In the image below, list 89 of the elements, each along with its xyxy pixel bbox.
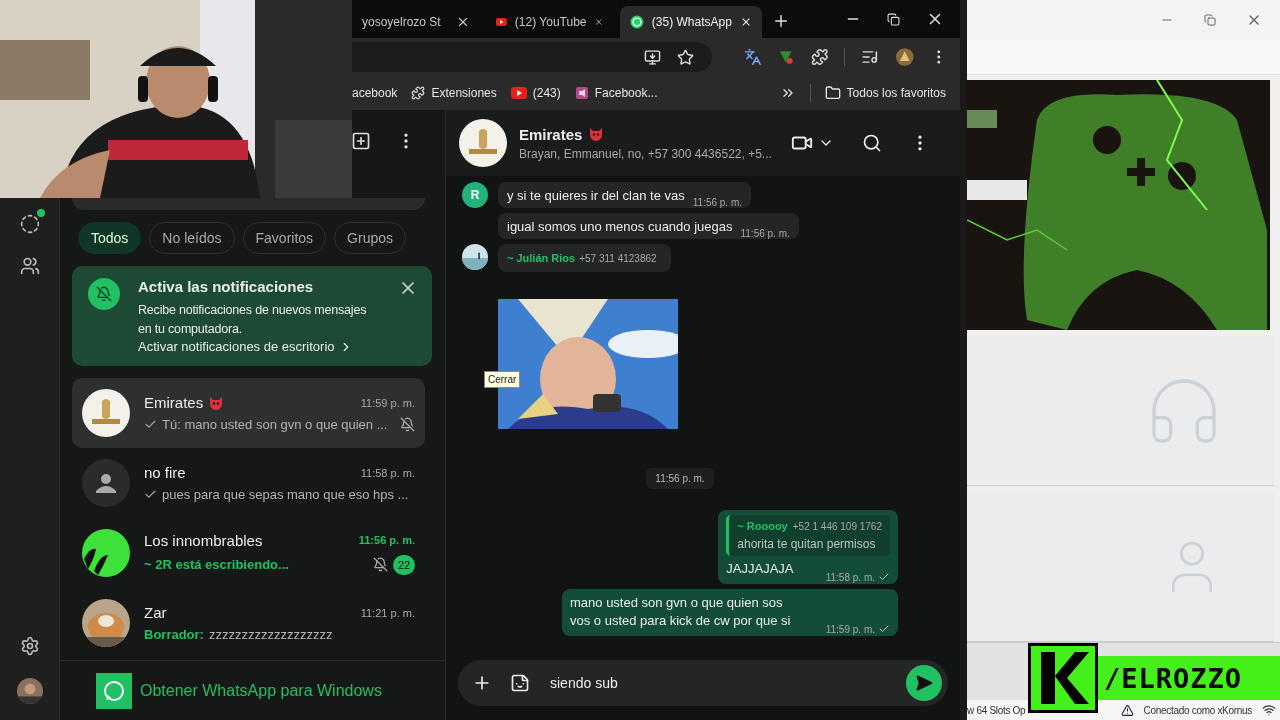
whatsapp-icon (96, 672, 132, 709)
message-time: 11:56 p. m. (692, 197, 743, 208)
new-chat-icon[interactable] (351, 131, 371, 151)
sender-phone: +57 311 4123862 (579, 253, 657, 264)
bookmark[interactable]: Extensiones (411, 86, 497, 100)
speaker-icon (574, 86, 589, 100)
new-tab-icon[interactable] (772, 12, 790, 30)
message-time: 11:56 p. m. (740, 228, 790, 239)
browser-tab[interactable]: yosoyelrozo St (352, 6, 480, 38)
browser-tab[interactable]: (12) YouTube (486, 6, 614, 38)
message-text: mano usted son gvn o que quien sos vos o usted para kick de cw por que si (570, 594, 792, 630)
search-icon[interactable] (862, 133, 882, 153)
chat-name: Zar (144, 604, 167, 621)
status-text: w 64 Slots Op (967, 704, 1026, 716)
unread-count: 22 (393, 554, 415, 575)
search-field[interactable] (72, 198, 425, 210)
chat-item[interactable]: Los innombrables 11:56 p. m. ~ 2R está escribiendo... 22 (72, 518, 425, 588)
wifi-icon (1262, 703, 1276, 717)
translate-icon[interactable] (743, 48, 762, 66)
message-time: 11:58 p. m. (825, 571, 875, 583)
avatar-icon (82, 459, 130, 507)
chat-time: 11:59 p. m. (360, 396, 415, 409)
message-text: y si te quieres ir del clan te vas (507, 188, 685, 203)
chat-preview: zzzzzzzzzzzzzzzzzzz (208, 627, 334, 642)
chat-preview: pues para que sepas mano que eso hps ... (162, 487, 410, 502)
get-app-link[interactable]: Obtener WhatsApp para Windows (60, 660, 445, 720)
avatar: R (462, 182, 488, 208)
chat-title: Emirates (519, 125, 583, 143)
k-logo-icon (1028, 643, 1098, 713)
draft-label: Borrador: (144, 627, 204, 642)
sender-name: ~ Rooooy (737, 520, 788, 532)
warning-icon (1120, 703, 1134, 717)
logo-avatar (82, 389, 130, 437)
notice-title: Activa las notificaciones (138, 278, 315, 295)
logo-avatar (459, 119, 507, 167)
chat-name: no fire (144, 464, 186, 481)
tooltip: Cerrar (484, 371, 521, 388)
settings-icon[interactable] (19, 636, 40, 656)
message-text: JAJJAJAJA (726, 560, 794, 578)
install-icon[interactable] (643, 48, 661, 66)
chat-preview: ~ 2R está escribiendo... (144, 557, 290, 572)
sender-phone: +52 1 446 109 1762 (792, 520, 882, 532)
message-composer[interactable]: siendo sub (458, 660, 948, 706)
sticker-icon[interactable] (510, 673, 530, 693)
date-divider: 11:56 p. m. (646, 468, 714, 489)
communities-icon[interactable] (19, 256, 40, 276)
status-icon[interactable] (19, 214, 40, 234)
video-play-icon (496, 16, 507, 28)
chat-name: Emirates (144, 394, 204, 411)
chat-bubble-icon (630, 14, 644, 30)
extension-icon[interactable] (777, 48, 795, 66)
group-avatar (82, 529, 130, 577)
unread-dot (36, 209, 45, 217)
close-icon[interactable] (456, 15, 470, 29)
message-input[interactable]: siendo sub (548, 674, 888, 692)
filter-chip[interactable]: Todos (78, 222, 142, 254)
brand-name: /ELROZZO (1098, 656, 1280, 700)
folder-icon (824, 85, 841, 101)
notice-link[interactable]: Activar notificaciones de escritorio (138, 339, 380, 354)
status-text: Conectado como xKornus (1143, 704, 1252, 716)
bookmark[interactable]: (243) (510, 86, 561, 100)
notice-text: Recibe notificaciones de nuevos mensajes en tu computadora. (138, 302, 368, 338)
restore-icon[interactable] (887, 12, 900, 26)
send-button[interactable] (906, 665, 942, 701)
send-icon (915, 674, 933, 692)
quoted-text: ahorita te quitan permisos (737, 537, 877, 551)
chat-time: 11:56 p. m. (358, 534, 415, 546)
video-play-icon (510, 87, 527, 99)
bookmark[interactable]: acebook (352, 86, 398, 100)
chat-item[interactable]: Emirates 11:59 p. m. Tú: mano usted son gvn o que quien ... (72, 378, 425, 448)
bell-off-icon (88, 278, 120, 310)
chat-preview: Tú: mano usted son gvn o que quien ... (162, 417, 389, 432)
bookmarks-folder[interactable]: Todos los favoritos (824, 85, 946, 101)
bookmark[interactable]: Facebook... (574, 86, 658, 100)
chat-item[interactable]: no fire 11:58 p. m. pues para que sepas mano que eso hps ... (72, 448, 425, 518)
message-text: igual somos uno menos cuando juegas (507, 219, 733, 234)
group-members: Brayan, Emmanuel, no, +57 300 4436522, +5... (519, 146, 773, 161)
chat-item[interactable]: Zar 11:21 p. m. Borrador: zzzzzzzzzzzzzzzzzzz (72, 588, 425, 658)
browser-tab[interactable]: (35) WhatsApp (620, 6, 762, 38)
message-time: 11:59 p. m. (825, 623, 875, 635)
puzzle-icon[interactable] (810, 48, 829, 66)
star-icon[interactable] (676, 48, 694, 66)
chat-time: 11:58 p. m. (360, 466, 415, 479)
sender-name: ~ Julián Rios (507, 252, 576, 264)
chat-time: 11:21 p. m. (360, 606, 415, 619)
profile-icon[interactable] (894, 47, 915, 67)
chat-name: Los innombrables (144, 531, 263, 549)
media-icon[interactable] (861, 48, 879, 66)
puzzle-icon (411, 86, 426, 100)
